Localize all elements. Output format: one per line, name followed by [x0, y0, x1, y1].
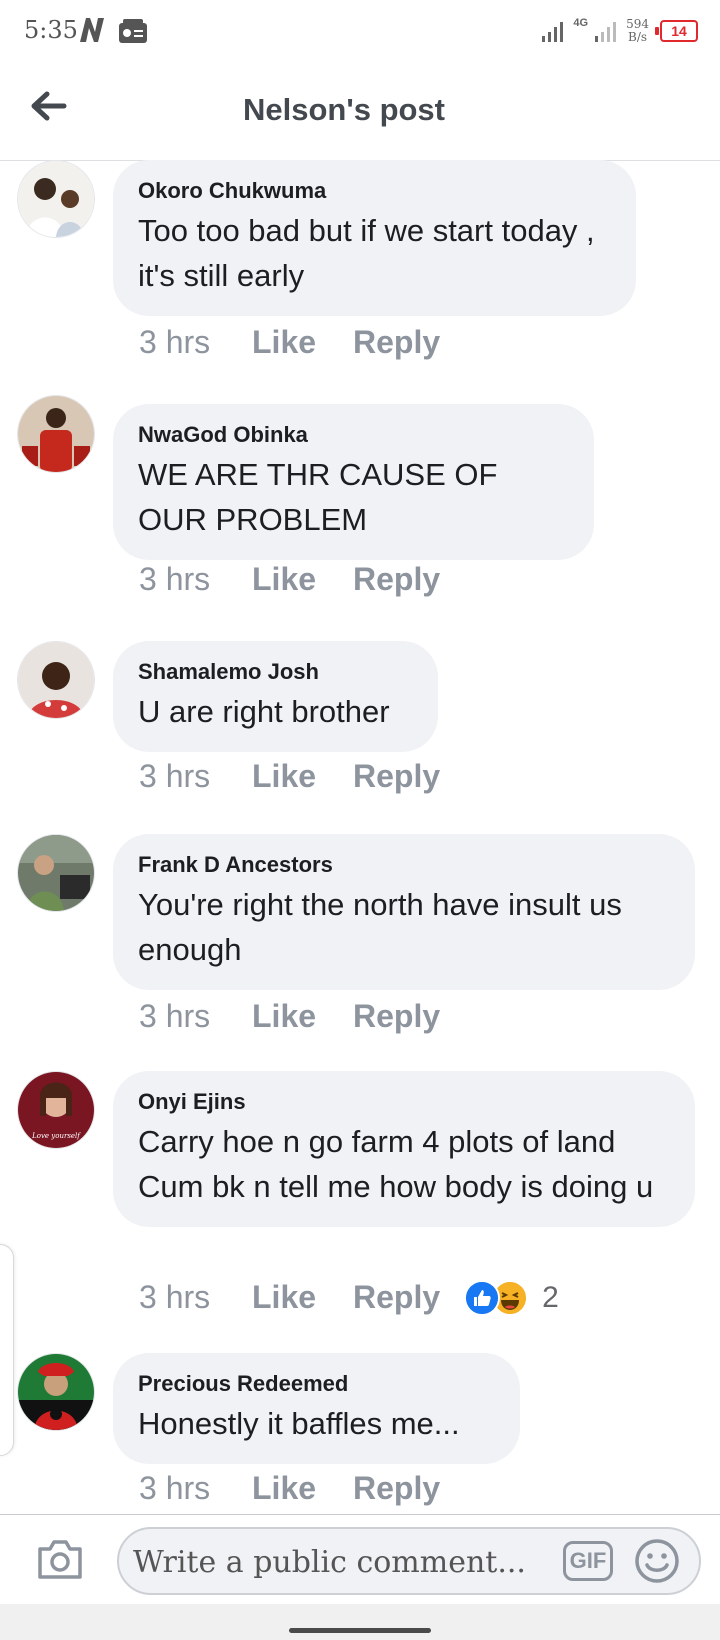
- avatar[interactable]: [17, 395, 95, 473]
- like-button[interactable]: Like: [252, 1279, 353, 1316]
- like-reaction-icon: [464, 1279, 501, 1316]
- network-type: 4G: [573, 17, 589, 29]
- comment-bubble[interactable]: Okoro Chukwuma Too too bad but if we sta…: [113, 160, 636, 316]
- comment-bubble[interactable]: Frank D Ancestors You're right the north…: [113, 834, 695, 990]
- comment-actions: 3 hrs Like Reply: [139, 758, 440, 795]
- reaction-count: 2: [542, 1280, 559, 1314]
- comment-time[interactable]: 3 hrs: [139, 324, 252, 361]
- reply-button[interactable]: Reply: [353, 324, 440, 361]
- comment-actions: 3 hrs Like Reply: [139, 1470, 440, 1507]
- comment-text: Honestly it baffles me...: [138, 1406, 460, 1441]
- edge-panel-handle[interactable]: [0, 1244, 14, 1456]
- status-right: 4G 594 B/s 14: [541, 14, 698, 48]
- comment-author[interactable]: Shamalemo Josh: [138, 659, 412, 685]
- comment-text: WE ARE THR CAUSE OF OUR PROBLEM: [138, 457, 498, 537]
- message-icon: [119, 19, 147, 43]
- like-button[interactable]: Like: [252, 1470, 353, 1507]
- reply-button[interactable]: Reply: [353, 1470, 440, 1507]
- network-speed: 594 B/s: [626, 18, 649, 44]
- home-gesture-bar[interactable]: [289, 1628, 431, 1633]
- reply-button[interactable]: Reply: [353, 758, 440, 795]
- comment-bubble[interactable]: Precious Redeemed Honestly it baffles me…: [113, 1353, 520, 1464]
- comment-time[interactable]: 3 hrs: [139, 998, 252, 1035]
- comment-time[interactable]: 3 hrs: [139, 1279, 252, 1316]
- comment-author[interactable]: Precious Redeemed: [138, 1371, 494, 1397]
- n-app-icon: [80, 18, 104, 42]
- comment-author[interactable]: Frank D Ancestors: [138, 852, 669, 878]
- smiley-icon[interactable]: [633, 1537, 681, 1585]
- like-button[interactable]: Like: [252, 998, 353, 1035]
- like-button[interactable]: Like: [252, 324, 353, 361]
- avatar[interactable]: [17, 834, 95, 912]
- avatar[interactable]: [17, 641, 95, 719]
- reply-button[interactable]: Reply: [353, 561, 440, 598]
- comment-bubble[interactable]: Onyi Ejins Carry hoe n go farm 4 plots o…: [113, 1071, 695, 1227]
- status-bar: 5:35 4G 594 B/s 14: [0, 0, 720, 64]
- like-button[interactable]: Like: [252, 758, 353, 795]
- comment-time[interactable]: 3 hrs: [139, 561, 252, 598]
- comment-author[interactable]: Onyi Ejins: [138, 1089, 669, 1115]
- signal-weak-icon: [595, 22, 617, 42]
- camera-icon[interactable]: [36, 1537, 84, 1581]
- signal-icon: [542, 22, 564, 42]
- comment-author[interactable]: Okoro Chukwuma: [138, 178, 610, 204]
- comment-text: You're right the north have insult us en…: [138, 887, 622, 967]
- comment-actions: 3 hrs Like Reply 2: [139, 1279, 559, 1316]
- reply-button[interactable]: Reply: [353, 998, 440, 1035]
- comment-text: Carry hoe n go farm 4 plots of land Cum …: [138, 1124, 654, 1204]
- comment-input[interactable]: [131, 1541, 535, 1583]
- comment-text: Too too bad but if we start today , it's…: [138, 213, 595, 293]
- comment-time[interactable]: 3 hrs: [139, 1470, 252, 1507]
- system-nav-bar: [0, 1604, 720, 1640]
- avatar[interactable]: Love yourself: [17, 1071, 95, 1149]
- comment-author[interactable]: NwaGod Obinka: [138, 422, 568, 448]
- comment-actions: 3 hrs Like Reply: [139, 561, 440, 598]
- avatar-caption: Love yourself: [31, 1132, 81, 1140]
- status-time: 5:35: [24, 16, 78, 44]
- battery-level: 14: [660, 20, 698, 42]
- avatar[interactable]: [17, 1353, 95, 1431]
- gif-button[interactable]: GIF: [563, 1541, 613, 1581]
- comment-input-wrapper: GIF: [117, 1527, 701, 1595]
- reply-button[interactable]: Reply: [353, 1279, 440, 1316]
- like-button[interactable]: Like: [252, 561, 353, 598]
- comment-text: U are right brother: [138, 694, 390, 729]
- page-title: Nelson's post: [242, 92, 445, 127]
- network-speed-unit: B/s: [628, 30, 648, 44]
- header: Nelson's post: [0, 64, 720, 161]
- avatar[interactable]: [17, 160, 95, 238]
- comment-composer: GIF: [0, 1514, 720, 1605]
- comment-time[interactable]: 3 hrs: [139, 758, 252, 795]
- reaction-summary[interactable]: 2: [464, 1279, 559, 1316]
- comment-actions: 3 hrs Like Reply: [139, 998, 440, 1035]
- comment-bubble[interactable]: NwaGod Obinka WE ARE THR CAUSE OF OUR PR…: [113, 404, 594, 560]
- comment-bubble[interactable]: Shamalemo Josh U are right brother: [113, 641, 438, 752]
- battery-icon: 14: [655, 20, 698, 42]
- comment-actions: 3 hrs Like Reply: [139, 324, 440, 361]
